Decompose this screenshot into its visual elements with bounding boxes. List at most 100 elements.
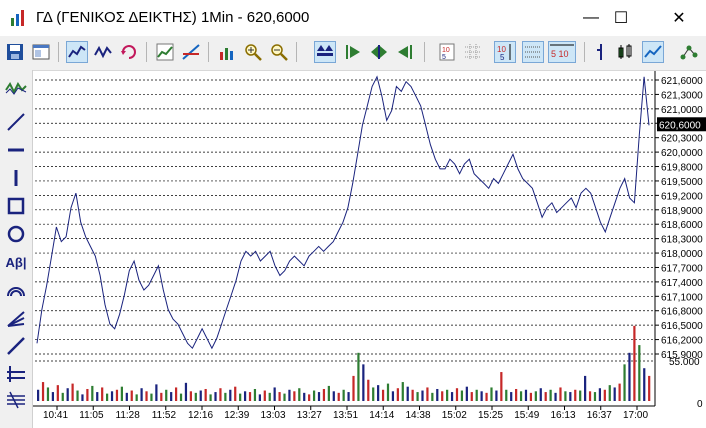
save-icon[interactable] (4, 41, 26, 63)
text-tool-icon[interactable]: Aβ| (4, 250, 28, 274)
price-scale-text: 5 10 (551, 49, 569, 59)
volume-bar (470, 392, 473, 401)
ellipse-icon[interactable] (4, 222, 28, 246)
volume-bar (603, 389, 606, 401)
close-button[interactable]: ✕ (656, 0, 702, 36)
fit-icon[interactable] (314, 41, 336, 63)
volume-bar (101, 387, 104, 401)
refresh-icon[interactable] (118, 41, 140, 63)
volume-bar (524, 389, 528, 401)
volume-bar (115, 389, 119, 401)
drawing-toolbar: Aβ| (0, 70, 33, 428)
price-tick-label: 621,0000 (661, 105, 703, 116)
volume-bar (243, 391, 247, 401)
zoom-in-icon[interactable] (242, 41, 264, 63)
volume-bar (505, 389, 508, 401)
volume-bar (554, 392, 557, 401)
price-tick-label: 621,3000 (661, 90, 703, 101)
price-tick-label: 621,6000 (661, 76, 703, 87)
volume-bar (110, 391, 114, 401)
scroll-both-icon[interactable] (368, 41, 390, 63)
volume-bar (155, 384, 158, 401)
volume-bar (588, 391, 592, 401)
volume-tick-label: 0 (697, 399, 703, 410)
trendline-icon[interactable] (180, 41, 202, 63)
time-tick-label: 13:27 (297, 410, 322, 421)
price-tick-label: 617,1000 (661, 292, 703, 303)
volume-bar (495, 390, 498, 401)
network-icon[interactable] (678, 41, 700, 63)
time-tick-label: 10:41 (43, 410, 68, 421)
grid-lines-icon[interactable] (4, 388, 28, 412)
volume-bar (145, 391, 148, 401)
properties-icon[interactable] (30, 41, 52, 63)
volume-bar (628, 352, 631, 401)
volume-icon[interactable] (216, 41, 238, 63)
volume-bar (569, 392, 572, 401)
volume-bar (613, 387, 616, 401)
price-scale-icon[interactable]: 10 5 (494, 41, 516, 63)
volume-bar (150, 393, 153, 401)
channel-icon[interactable] (4, 334, 28, 358)
arc-icon[interactable] (4, 278, 28, 302)
area-type-icon[interactable] (642, 41, 664, 63)
volume-bar (372, 387, 375, 401)
fan-icon[interactable] (4, 306, 28, 330)
volume-bar (436, 388, 439, 401)
candle-type-icon[interactable] (590, 41, 612, 63)
price-tick-label: 618,0000 (661, 249, 703, 260)
time-scale-icon[interactable] (522, 41, 544, 63)
volume-bar (268, 392, 271, 401)
volume-bar (411, 389, 414, 401)
price-tick-label: 616,8000 (661, 307, 703, 318)
horizontal-line-icon[interactable] (4, 138, 28, 162)
data-window-icon[interactable]: 10 5 (436, 41, 458, 63)
grid-icon[interactable] (462, 41, 484, 63)
rectangle-icon[interactable] (4, 194, 28, 218)
volume-bar (357, 352, 360, 401)
time-tick-label: 14:38 (406, 410, 431, 421)
indicator-icon[interactable] (154, 41, 176, 63)
line-type-icon[interactable] (614, 41, 636, 63)
volume-bar (61, 392, 64, 401)
line-tool-icon[interactable] (4, 110, 28, 134)
volume-bar (485, 392, 488, 401)
volume-bar (426, 387, 429, 401)
volume-bar (303, 392, 306, 401)
volume-bar (643, 368, 646, 401)
volume-bar (608, 385, 611, 401)
volume-bar (253, 388, 257, 401)
price-tick-label: 618,3000 (661, 235, 703, 246)
volume-bar (421, 390, 424, 401)
time-tick-label: 13:03 (261, 410, 286, 421)
volume-bar (199, 390, 202, 401)
volume-bar (579, 390, 582, 401)
app-chart-icon (11, 10, 24, 26)
bar-type-icon[interactable]: 5 10 (548, 41, 576, 63)
volume-bar (283, 393, 286, 401)
vertical-line-icon[interactable] (4, 166, 28, 190)
scroll-right-icon[interactable] (342, 41, 364, 63)
volume-bar (406, 386, 409, 401)
volume-bar (539, 388, 542, 401)
price-chart[interactable]: 621,6000 621,3000 621,0000 620,6000 620,3000… (33, 71, 706, 428)
indicator-wave-icon[interactable] (4, 76, 28, 100)
fibonacci-icon[interactable] (4, 362, 28, 386)
volume-bar (529, 392, 533, 401)
volume-bar (446, 389, 449, 401)
volume-bar (460, 390, 464, 401)
ohlc-icon[interactable] (92, 41, 114, 63)
time-tick-label: 15:02 (442, 410, 467, 421)
volume-bar (298, 388, 301, 401)
last-price-label: 620,6000 (659, 120, 701, 131)
maximize-button[interactable]: ☐ (598, 0, 644, 36)
volume-bar (96, 392, 99, 401)
time-tick-label: 15:49 (514, 410, 539, 421)
line-chart-icon[interactable] (66, 41, 88, 63)
volume-bar (450, 392, 454, 401)
price-tick-label: 620,3000 (661, 134, 703, 145)
zoom-out-icon[interactable] (268, 41, 290, 63)
time-tick-label: 11:52 (152, 410, 177, 421)
scroll-left-icon[interactable] (394, 41, 416, 63)
volume-bar (288, 389, 291, 401)
